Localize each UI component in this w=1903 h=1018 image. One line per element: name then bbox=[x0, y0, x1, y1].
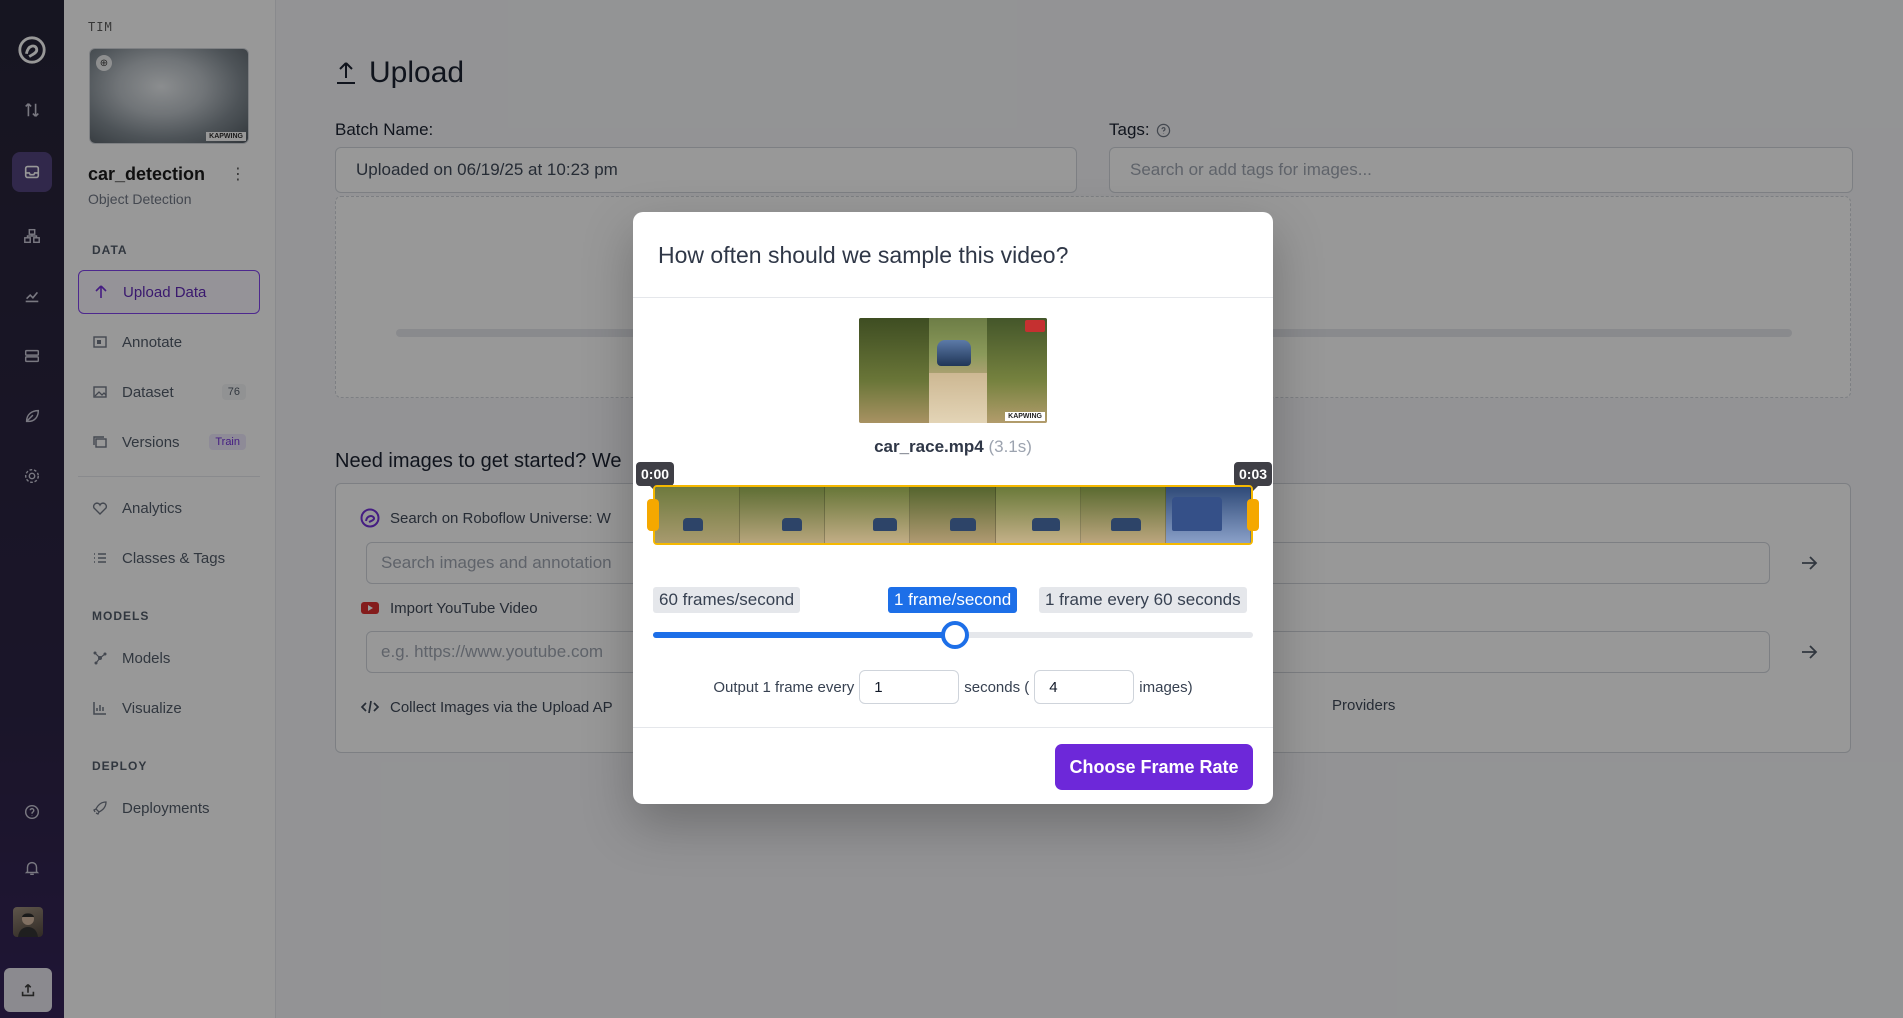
frame-rate-slider-fill bbox=[653, 632, 955, 638]
images-input[interactable]: 4 bbox=[1034, 670, 1135, 704]
video-duration: (3.1s) bbox=[988, 437, 1032, 456]
video-file-name: car_race.mp4 bbox=[874, 437, 984, 456]
output-suffix: images) bbox=[1139, 678, 1193, 696]
trim-start-time: 0:00 bbox=[636, 462, 675, 491]
rally-car bbox=[937, 340, 971, 366]
frame-rate-modal: How often should we sample this video? K… bbox=[633, 212, 1273, 804]
modal-footer-divider bbox=[633, 727, 1273, 728]
video-timeline-strip[interactable] bbox=[653, 485, 1253, 545]
modal-header-divider bbox=[633, 297, 1273, 298]
output-prefix: Output 1 frame every bbox=[713, 678, 855, 696]
rate-min-label: 60 frames/second bbox=[653, 587, 801, 613]
video-file-info: car_race.mp4 (3.1s) bbox=[633, 437, 1273, 457]
preview-watermark: KAPWING bbox=[1005, 412, 1045, 421]
rate-max-label: 1 frame every 60 seconds bbox=[1039, 587, 1247, 613]
output-mid: seconds ( bbox=[964, 678, 1030, 696]
trim-start-handle[interactable] bbox=[647, 499, 659, 531]
modal-title: How often should we sample this video? bbox=[658, 242, 1069, 268]
trim-end-handle[interactable] bbox=[1247, 499, 1259, 531]
seconds-input[interactable]: 1 bbox=[859, 670, 960, 704]
trim-end-time: 0:03 bbox=[1234, 462, 1273, 491]
preview-logo bbox=[1025, 320, 1045, 332]
rate-current-label: 1 frame/second bbox=[888, 587, 1018, 613]
frame-rate-slider-thumb[interactable] bbox=[940, 621, 969, 649]
output-summary: Output 1 frame every 1 seconds ( 4 image… bbox=[633, 669, 1273, 705]
choose-frame-rate-button[interactable]: Choose Frame Rate bbox=[1055, 744, 1253, 790]
video-preview: KAPWING bbox=[859, 318, 1047, 423]
